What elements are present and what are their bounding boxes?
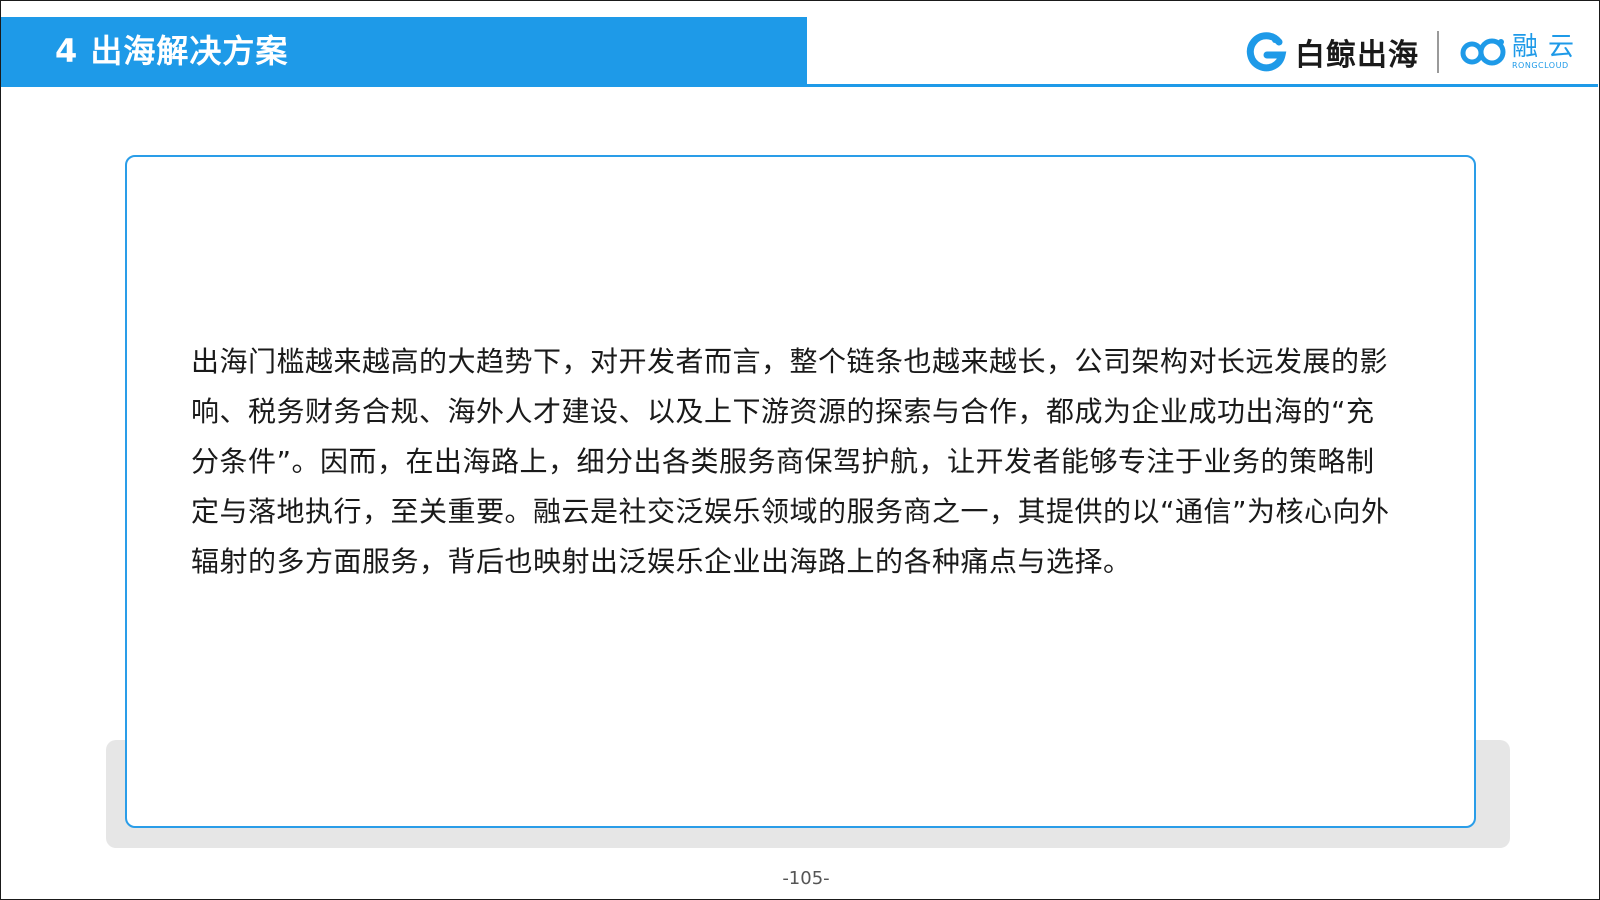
baijing-g-icon (1246, 32, 1287, 72)
header-rule (1, 84, 1598, 87)
baijing-logo: 白鲸出海 (1245, 30, 1419, 74)
rongcloud-logo: 融云 RONGCLOUD (1458, 30, 1584, 74)
page-number: -105- (782, 868, 830, 889)
rongcloud-infinity-icon (1460, 38, 1506, 66)
body-paragraph: 出海门槛越来越高的大趋势下，对开发者而言，整个链条也越来越长，公司架构对长远发展… (191, 345, 1390, 578)
rongcloud-wordmark: 融云 RONGCLOUD (1512, 34, 1584, 70)
logo-divider (1437, 31, 1439, 73)
rongcloud-logo-en: RONGCLOUD (1512, 61, 1569, 70)
baijing-logo-text: 白鲸出海 (1295, 38, 1419, 73)
rongcloud-logo-cn: 融云 (1512, 32, 1585, 62)
page-title: 4 出海解决方案 (55, 32, 289, 70)
